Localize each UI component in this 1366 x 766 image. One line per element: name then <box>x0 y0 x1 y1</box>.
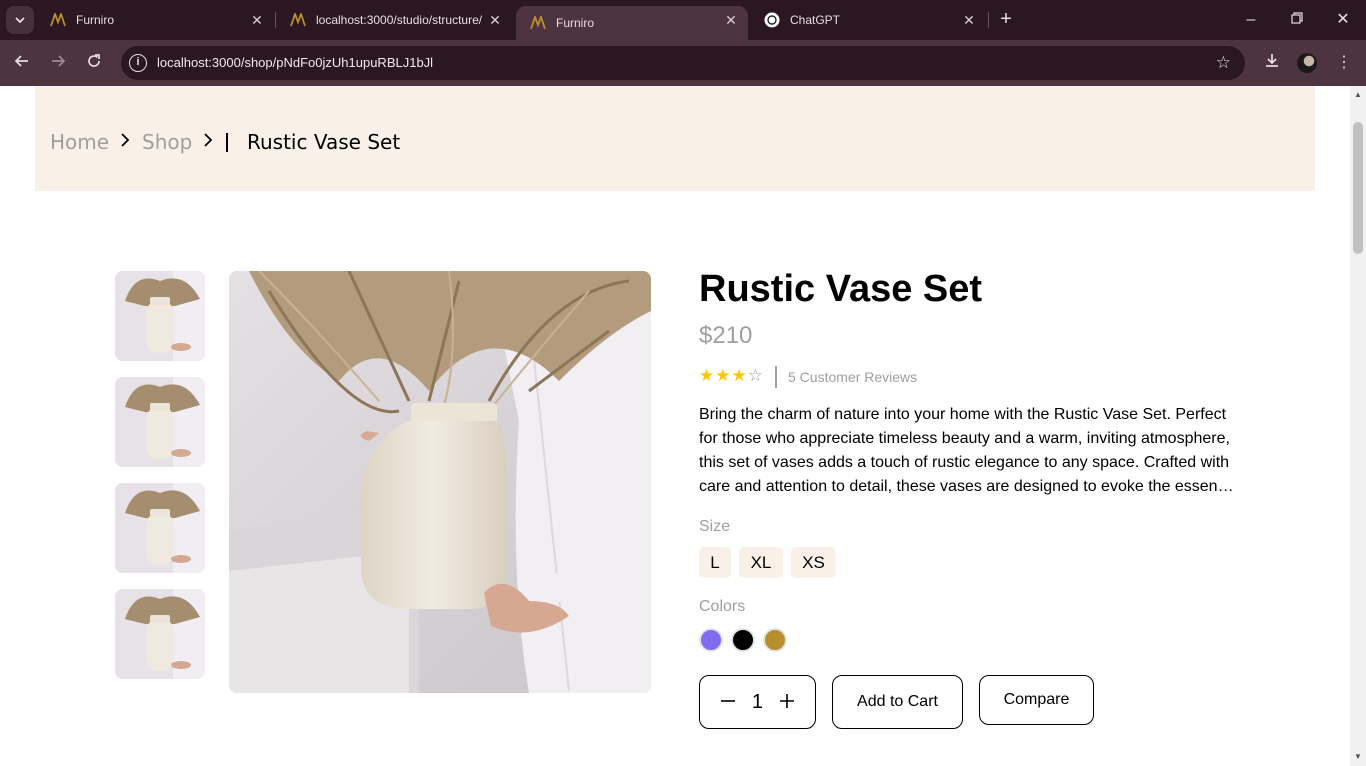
tab-furniro-1[interactable]: Furniro ✕ <box>36 0 274 40</box>
minus-icon <box>720 700 735 702</box>
star-outline-icon: ☆ <box>747 366 763 385</box>
rating-divider <box>775 366 777 388</box>
chatgpt-logo-icon <box>764 12 780 28</box>
furniro-logo-icon <box>530 15 546 31</box>
close-window-icon[interactable]: ✕ <box>1333 10 1353 30</box>
star-outline-icon[interactable]: ☆ <box>1216 53 1231 73</box>
color-swatch-gold[interactable] <box>763 628 787 652</box>
size-option-xl[interactable]: XL <box>739 547 783 578</box>
product-main-image <box>229 271 651 693</box>
product-thumbnail[interactable] <box>115 271 205 361</box>
star-filled-icon: ★ <box>715 366 731 385</box>
star-filled-icon: ★ <box>699 366 715 385</box>
chevron-right-icon <box>203 131 213 152</box>
breadcrumb: Home Shop Rustic Vase Set <box>35 86 1315 191</box>
rating-stars: ★ ★ ★ ☆ <box>699 366 763 386</box>
chevron-down-icon <box>15 17 25 24</box>
tab-title: localhost:3000/studio/structure/ <box>316 13 482 27</box>
size-label: Size <box>699 518 731 535</box>
size-option-xs[interactable]: XS <box>791 547 836 578</box>
product-price: $210 <box>699 322 753 349</box>
page-scrollbar[interactable]: ▲ ▼ <box>1350 86 1366 766</box>
tab-separator <box>988 12 989 28</box>
close-icon[interactable]: ✕ <box>962 13 976 27</box>
furniro-logo-icon <box>50 12 66 28</box>
compare-button[interactable]: Compare <box>979 675 1094 725</box>
close-icon[interactable]: ✕ <box>724 13 738 27</box>
browser-toolbar: i localhost:3000/shop/pNdFo0jzUh1upuRBLJ… <box>0 40 1366 86</box>
decrement-button[interactable] <box>720 689 736 715</box>
tab-title: ChatGPT <box>790 13 841 27</box>
breadcrumb-current: Rustic Vase Set <box>247 130 401 154</box>
scroll-up-icon[interactable]: ▲ <box>1353 90 1363 99</box>
site-info-icon[interactable]: i <box>129 54 147 72</box>
quantity-stepper: 1 <box>699 675 816 729</box>
product-page: Home Shop Rustic Vase Set Rustic Vase Se… <box>0 86 1350 766</box>
url-text[interactable]: localhost:3000/shop/pNdFo0jzUh1upuRBLJ1b… <box>157 55 433 70</box>
product-description-text: Bring the charm of nature into your home… <box>699 406 1235 495</box>
scroll-down-icon[interactable]: ▼ <box>1353 752 1363 761</box>
size-option-l[interactable]: L <box>699 547 731 578</box>
breadcrumb-shop[interactable]: Shop <box>142 130 192 154</box>
color-swatch-black[interactable] <box>731 628 755 652</box>
tab-studio[interactable]: localhost:3000/studio/structure/ ✕ <box>276 0 512 40</box>
minimize-icon[interactable]: – <box>1241 10 1261 30</box>
restore-icon[interactable] <box>1287 10 1307 30</box>
arrow-left-icon[interactable] <box>12 53 32 73</box>
reload-icon[interactable] <box>84 53 104 73</box>
kebab-icon[interactable]: ⋮ <box>1333 52 1355 74</box>
plus-icon <box>780 694 794 708</box>
product-description: Bring the charm of nature into your home… <box>699 403 1239 499</box>
scrollbar-thumb[interactable] <box>1353 122 1363 254</box>
close-icon[interactable]: ✕ <box>488 13 502 27</box>
product-thumbnail[interactable] <box>115 377 205 467</box>
breadcrumb-home[interactable]: Home <box>50 130 109 154</box>
download-icon[interactable] <box>1261 52 1283 74</box>
product-thumbnail[interactable] <box>115 483 205 573</box>
star-filled-icon: ★ <box>731 366 747 385</box>
tab-strip: Furniro ✕ localhost:3000/studio/structur… <box>0 0 1366 40</box>
product-title: Rustic Vase Set <box>699 268 983 310</box>
breadcrumb-divider <box>226 133 228 152</box>
tab-title: Furniro <box>556 16 595 30</box>
product-thumbnail[interactable] <box>115 589 205 679</box>
colors-label: Colors <box>699 598 746 615</box>
tab-chatgpt[interactable]: ChatGPT ✕ <box>750 0 986 40</box>
chevron-right-icon <box>120 131 130 152</box>
color-swatch-purple[interactable] <box>699 628 723 652</box>
furniro-logo-icon <box>290 12 306 28</box>
address-bar[interactable]: i localhost:3000/shop/pNdFo0jzUh1upuRBLJ… <box>121 46 1245 80</box>
tab-title: Furniro <box>76 13 115 27</box>
customer-reviews-count[interactable]: 5 Customer Reviews <box>788 369 917 385</box>
tab-search-button[interactable] <box>6 6 34 34</box>
increment-button[interactable] <box>779 689 795 715</box>
profile-avatar[interactable] <box>1297 53 1317 73</box>
arrow-right-icon[interactable] <box>48 53 68 73</box>
quantity-value[interactable]: 1 <box>752 691 763 714</box>
close-icon[interactable]: ✕ <box>250 13 264 27</box>
new-tab-button[interactable]: + <box>996 9 1016 30</box>
tab-furniro-active[interactable]: Furniro ✕ <box>516 6 748 40</box>
add-to-cart-button[interactable]: Add to Cart <box>832 675 963 729</box>
